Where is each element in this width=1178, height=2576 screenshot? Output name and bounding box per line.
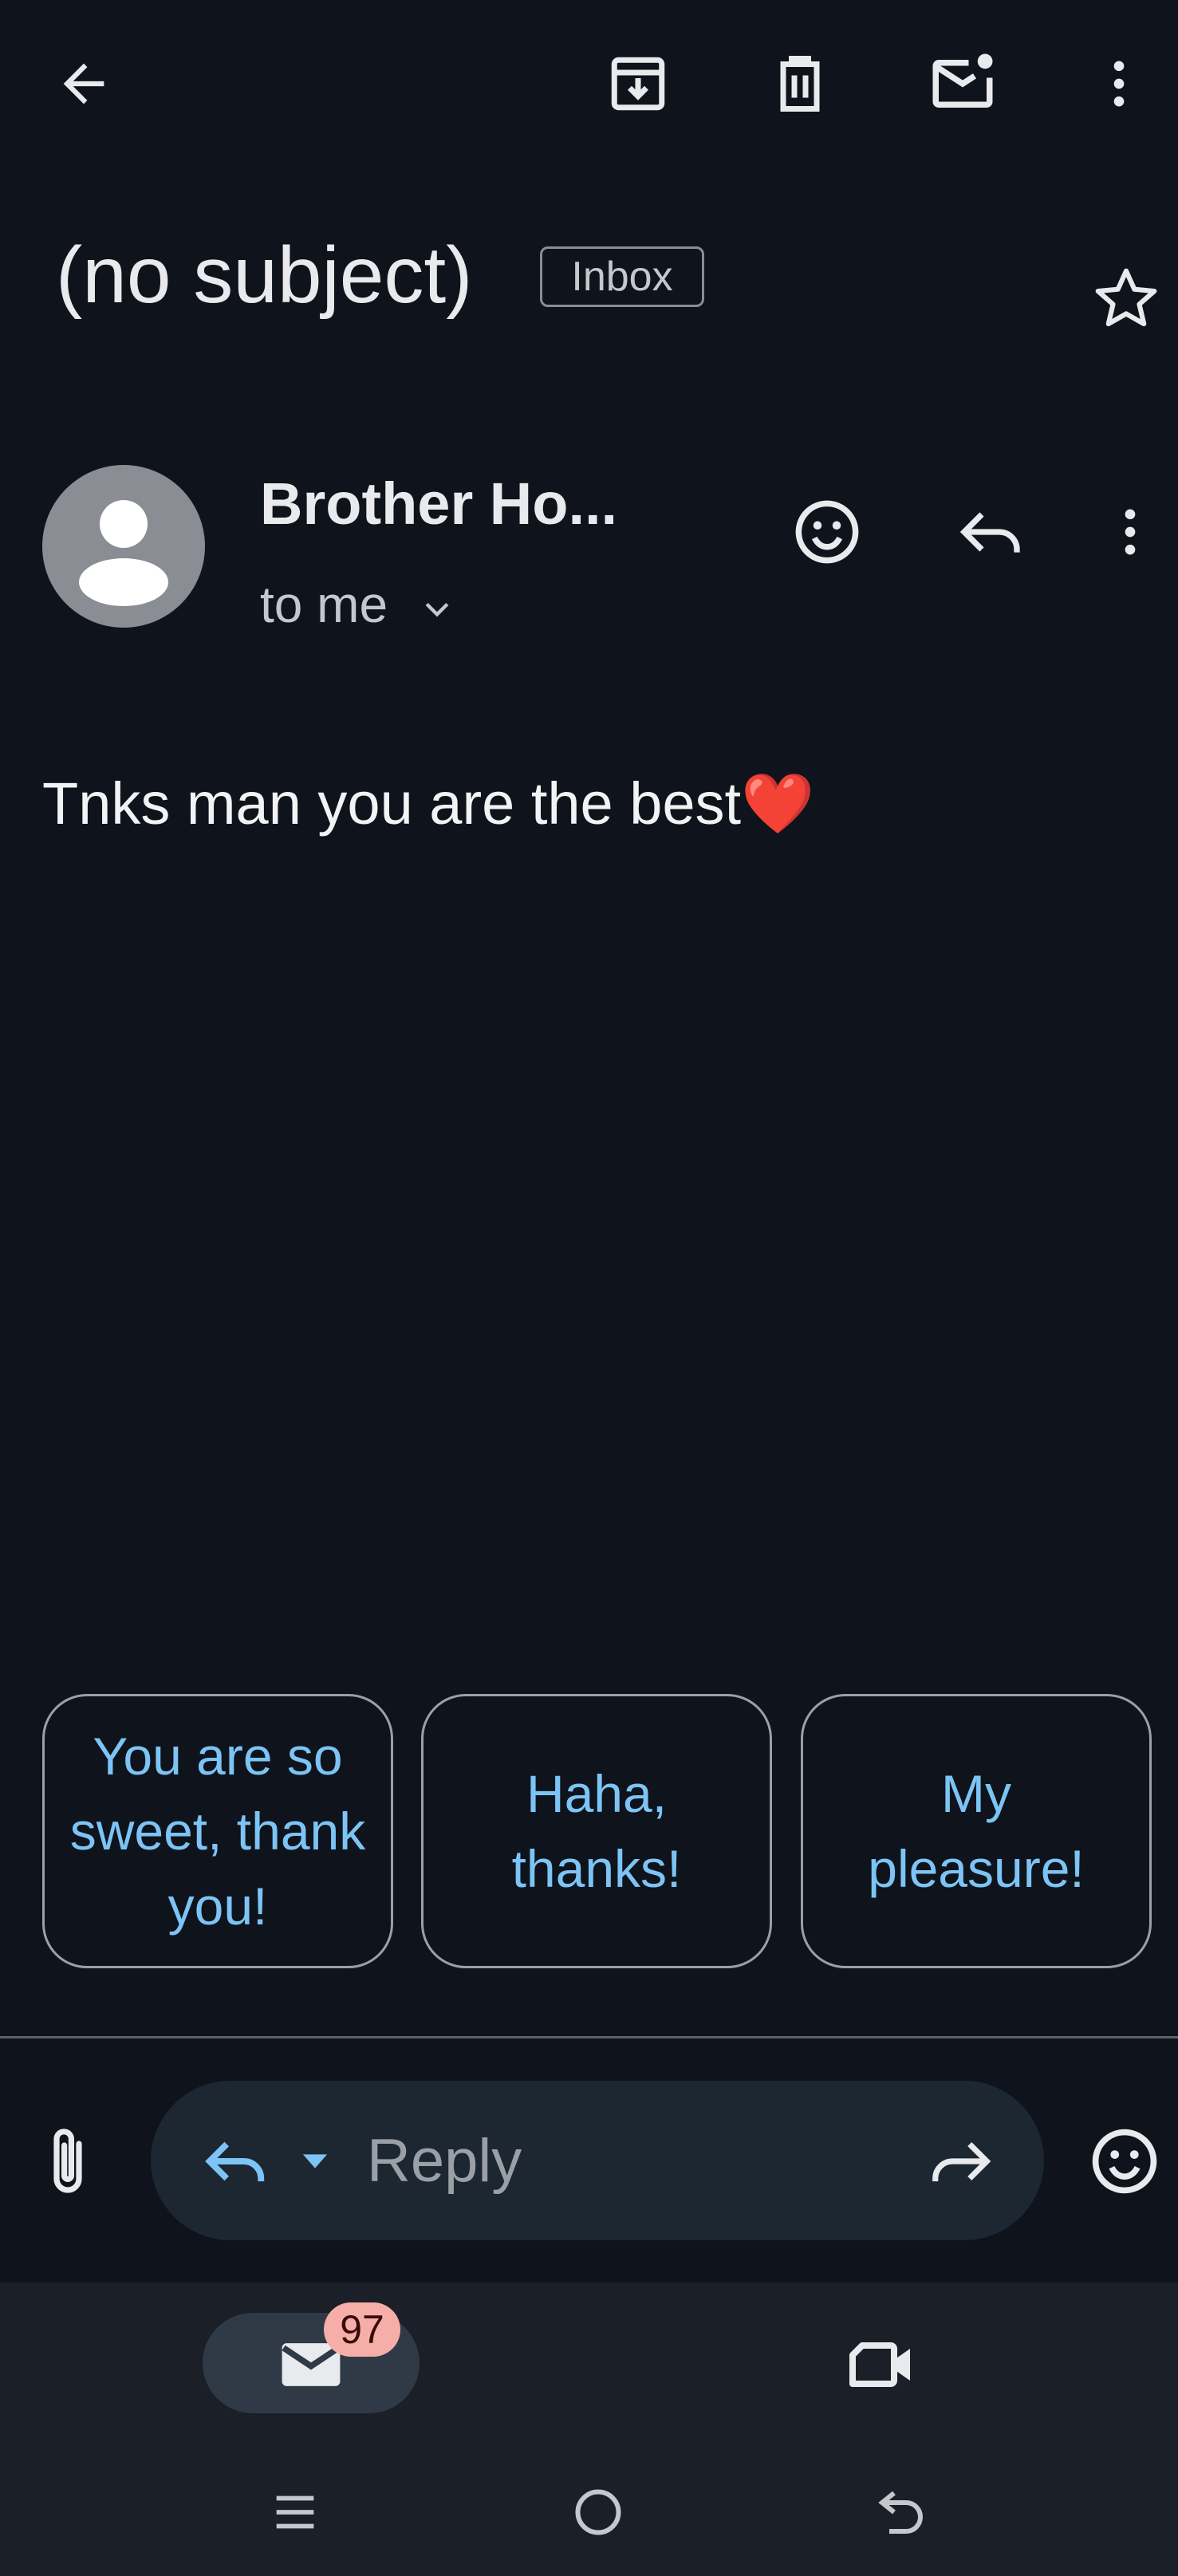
- mark-unread-icon: [927, 48, 999, 120]
- chevron-down-icon: [420, 591, 455, 626]
- system-recents-button[interactable]: [247, 2468, 343, 2556]
- top-toolbar: [0, 0, 1178, 171]
- emoji-icon: [791, 496, 863, 568]
- video-icon: [843, 2326, 920, 2403]
- smart-reply-chip[interactable]: You are so sweet, thank you!: [42, 1694, 393, 1968]
- system-back-button[interactable]: [853, 2468, 949, 2556]
- paperclip-icon: [36, 2123, 100, 2200]
- star-icon: [1089, 262, 1163, 336]
- more-options-button[interactable]: [1075, 40, 1163, 128]
- forward-icon: [927, 2127, 995, 2196]
- unread-count-badge: 97: [324, 2302, 400, 2357]
- reply-icon: [201, 2127, 270, 2196]
- forward-button[interactable]: [917, 2117, 1005, 2205]
- back-gesture-icon: [873, 2483, 930, 2541]
- reply-mode-dropdown[interactable]: [283, 2129, 347, 2193]
- more-vert-icon: [1100, 502, 1160, 562]
- star-button[interactable]: [1078, 251, 1174, 347]
- inbox-label-chip[interactable]: Inbox: [540, 246, 704, 307]
- arrow-back-icon: [53, 53, 114, 114]
- nav-meet-tab[interactable]: [829, 2317, 933, 2413]
- add-reaction-button[interactable]: [782, 486, 873, 577]
- recipient-details-toggle[interactable]: to me: [260, 571, 455, 638]
- email-subject: (no subject): [56, 230, 473, 320]
- system-home-button[interactable]: [550, 2468, 646, 2556]
- email-body: Tnks man you are the best❤️: [42, 770, 815, 837]
- more-vert-icon: [1089, 53, 1149, 114]
- smart-reply-chip[interactable]: My pleasure!: [801, 1694, 1152, 1968]
- divider: [0, 2036, 1178, 2038]
- trash-icon: [766, 50, 833, 117]
- reply-placeholder[interactable]: Reply: [367, 2121, 522, 2201]
- archive-button[interactable]: [594, 40, 682, 128]
- sender-avatar[interactable]: [42, 465, 205, 628]
- reply-icon: [955, 497, 1026, 567]
- emoji-icon: [1088, 2125, 1161, 2198]
- message-more-button[interactable]: [1085, 486, 1176, 577]
- reply-mode-button[interactable]: [191, 2117, 279, 2205]
- sender-name[interactable]: Brother Ho...: [260, 464, 617, 544]
- archive-icon: [605, 50, 672, 117]
- emoji-button[interactable]: [1081, 2117, 1168, 2205]
- smart-reply-chip[interactable]: Haha, thanks!: [421, 1694, 772, 1968]
- attach-button[interactable]: [24, 2113, 112, 2209]
- caret-down-icon: [294, 2141, 336, 2182]
- mark-unread-button[interactable]: [919, 40, 1007, 128]
- home-icon: [569, 2483, 627, 2541]
- recents-icon: [267, 2484, 323, 2540]
- recipient-summary: to me: [260, 576, 388, 633]
- reply-button[interactable]: [945, 486, 1036, 577]
- person-icon: [79, 500, 168, 606]
- back-button[interactable]: [40, 40, 128, 128]
- delete-button[interactable]: [756, 40, 844, 128]
